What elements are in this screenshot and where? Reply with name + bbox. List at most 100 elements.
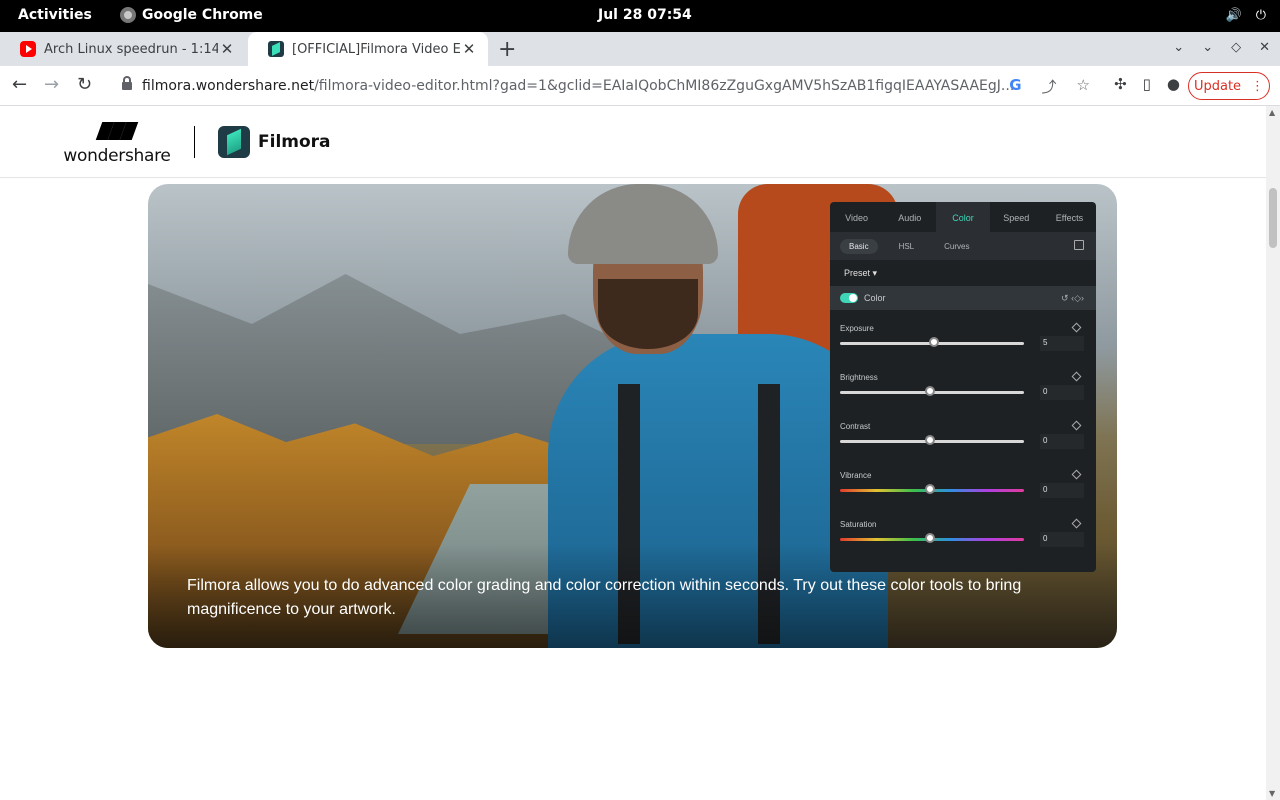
keyframe-diamond-icon	[1071, 469, 1082, 480]
color-toggle	[840, 293, 858, 303]
panel-tab-audio: Audio	[898, 213, 922, 223]
youtube-icon	[20, 41, 36, 57]
keyframe-diamond-icon	[1071, 371, 1082, 382]
preset-dropdown: Preset ▾	[844, 268, 878, 278]
slider-label: Vibrance	[840, 471, 872, 480]
slider-exposure: Exposure 5	[840, 322, 1086, 364]
volume-icon[interactable]: 🔊	[1226, 8, 1242, 23]
tab-filmora[interactable]: [OFFICIAL]Filmora Video Edit ✕	[248, 32, 488, 66]
extensions-icon[interactable]: ✣	[1114, 75, 1127, 93]
slider-value: 0	[1040, 532, 1084, 547]
wondershare-wordmark: wondershare	[63, 146, 171, 166]
update-label: Update	[1193, 78, 1242, 94]
address-bar[interactable]: filmora.wondershare.net /filmora-video-e…	[110, 71, 1090, 101]
keyframe-diamond-icon	[1071, 518, 1082, 529]
omnibox-actions: G ⤴ ☆	[1009, 76, 1090, 97]
filmora-icon	[268, 41, 284, 57]
slider-knob	[925, 533, 936, 543]
panel-tab-speed: Speed	[1003, 213, 1030, 223]
color-toggle-row: Color ↺ ‹◇›	[830, 286, 1096, 310]
slider-value: 0	[1040, 385, 1084, 400]
chrome-icon	[120, 7, 136, 23]
hero-beard	[598, 279, 698, 349]
minimize-icon[interactable]: ⌄	[1202, 40, 1213, 55]
url-path: /filmora-video-editor.html?gad=1&gclid=E…	[314, 78, 1015, 94]
color-editor-panel: Video Audio Color Speed Effects Basic HS…	[830, 202, 1096, 572]
color-toggle-label: Color	[864, 293, 886, 303]
url-host: filmora.wondershare.net	[142, 78, 315, 94]
reload-icon[interactable]: ↻	[77, 74, 92, 95]
slider-saturation: Saturation 0	[840, 518, 1086, 560]
system-tray[interactable]: 🔊 ⏻	[1226, 8, 1266, 23]
panel-tab-color: Color	[936, 202, 990, 232]
maximize-icon[interactable]: ◇	[1231, 40, 1241, 55]
save-preset-icon	[1074, 240, 1084, 250]
slider-knob	[925, 435, 936, 445]
page-scrollbar[interactable]: ▲ ▼	[1266, 106, 1280, 800]
forward-icon[interactable]: →	[44, 74, 59, 95]
scroll-up-icon[interactable]: ▲	[1269, 108, 1275, 117]
profile-icon[interactable]: ●	[1167, 75, 1180, 93]
wondershare-logo[interactable]: wondershare	[62, 122, 172, 166]
close-window-icon[interactable]: ✕	[1259, 40, 1270, 55]
panel-subtabs: Basic HSL Curves	[830, 232, 1096, 260]
wondershare-mark-icon	[95, 122, 139, 142]
panel-tab-video: Video	[845, 213, 869, 223]
hero-beanie	[568, 184, 718, 264]
new-tab-button[interactable]: +	[498, 37, 516, 62]
slider-knob	[928, 337, 939, 347]
preset-label: Preset	[844, 268, 871, 278]
filmora-logo-icon	[218, 126, 250, 158]
window-controls: ⌄ ⌄ ◇ ✕	[1173, 40, 1270, 55]
keyframe-diamond-icon	[1071, 420, 1082, 431]
slider-label: Saturation	[840, 520, 877, 529]
tab-youtube[interactable]: Arch Linux speedrun - 1:14 (b ✕	[0, 32, 246, 66]
share-icon[interactable]: ⤴	[1042, 76, 1057, 97]
slider-vibrance: Vibrance 0	[840, 469, 1086, 511]
page-content: wondershare Filmora Video Audio Color Sp…	[0, 106, 1266, 800]
scrollbar-thumb[interactable]	[1269, 188, 1277, 248]
slider-label: Exposure	[840, 324, 874, 333]
hero-caption: Filmora allows you to do advanced color …	[187, 577, 1022, 618]
subtab-hsl: HSL	[898, 241, 915, 251]
clock[interactable]: Jul 28 07:54	[598, 7, 692, 23]
menu-dots-icon[interactable]: ⋮	[1251, 79, 1264, 94]
slider-value: 0	[1040, 483, 1084, 498]
lock-icon[interactable]	[122, 76, 132, 90]
slider-contrast: Contrast 0	[840, 420, 1086, 462]
panel-tabs: Video Audio Color Speed Effects	[830, 202, 1096, 232]
slider-label: Brightness	[840, 373, 878, 382]
reset-keyframe-icons: ↺ ‹◇›	[1061, 292, 1084, 303]
filmora-logo[interactable]: Filmora	[218, 126, 331, 158]
extension-area: ✣ ▯ ●	[1114, 75, 1180, 93]
tab-strip: Arch Linux speedrun - 1:14 (b ✕ [OFFICIA…	[0, 32, 1280, 66]
panel-tab-effects: Effects	[1055, 213, 1084, 223]
system-top-bar: Activities Google Chrome Jul 28 07:54 🔊 …	[0, 0, 1280, 32]
slider-knob	[925, 386, 936, 396]
hero-banner: Video Audio Color Speed Effects Basic HS…	[148, 184, 1117, 648]
app-name: Google Chrome	[142, 7, 263, 23]
logo-divider	[194, 126, 195, 158]
slider-value: 0	[1040, 434, 1084, 449]
tab-title: [OFFICIAL]Filmora Video Edit	[292, 41, 460, 57]
bookmark-star-icon[interactable]: ☆	[1077, 76, 1090, 97]
close-tab-icon[interactable]: ✕	[218, 40, 236, 58]
scroll-down-icon[interactable]: ▼	[1269, 789, 1275, 798]
browser-toolbar: ← → ↻ filmora.wondershare.net /filmora-v…	[0, 66, 1280, 106]
back-icon[interactable]: ←	[12, 74, 27, 95]
update-button[interactable]: Update ⋮	[1188, 72, 1270, 100]
slider-value: 5	[1040, 336, 1084, 351]
app-menu[interactable]: Google Chrome	[120, 7, 263, 23]
side-panel-icon[interactable]: ▯	[1143, 75, 1151, 93]
activities-button[interactable]: Activities	[18, 7, 92, 23]
subtab-curves: Curves	[944, 241, 970, 251]
slider-knob	[925, 484, 936, 494]
power-icon[interactable]: ⏻	[1256, 8, 1266, 23]
tab-search-icon[interactable]: ⌄	[1173, 40, 1184, 55]
site-header: wondershare Filmora	[0, 106, 1266, 178]
slider-brightness: Brightness 0	[840, 371, 1086, 413]
tab-title: Arch Linux speedrun - 1:14 (b	[44, 41, 218, 57]
keyframe-diamond-icon	[1071, 322, 1082, 333]
google-lens-icon[interactable]: G	[1009, 76, 1021, 97]
close-tab-icon[interactable]: ✕	[460, 40, 478, 58]
